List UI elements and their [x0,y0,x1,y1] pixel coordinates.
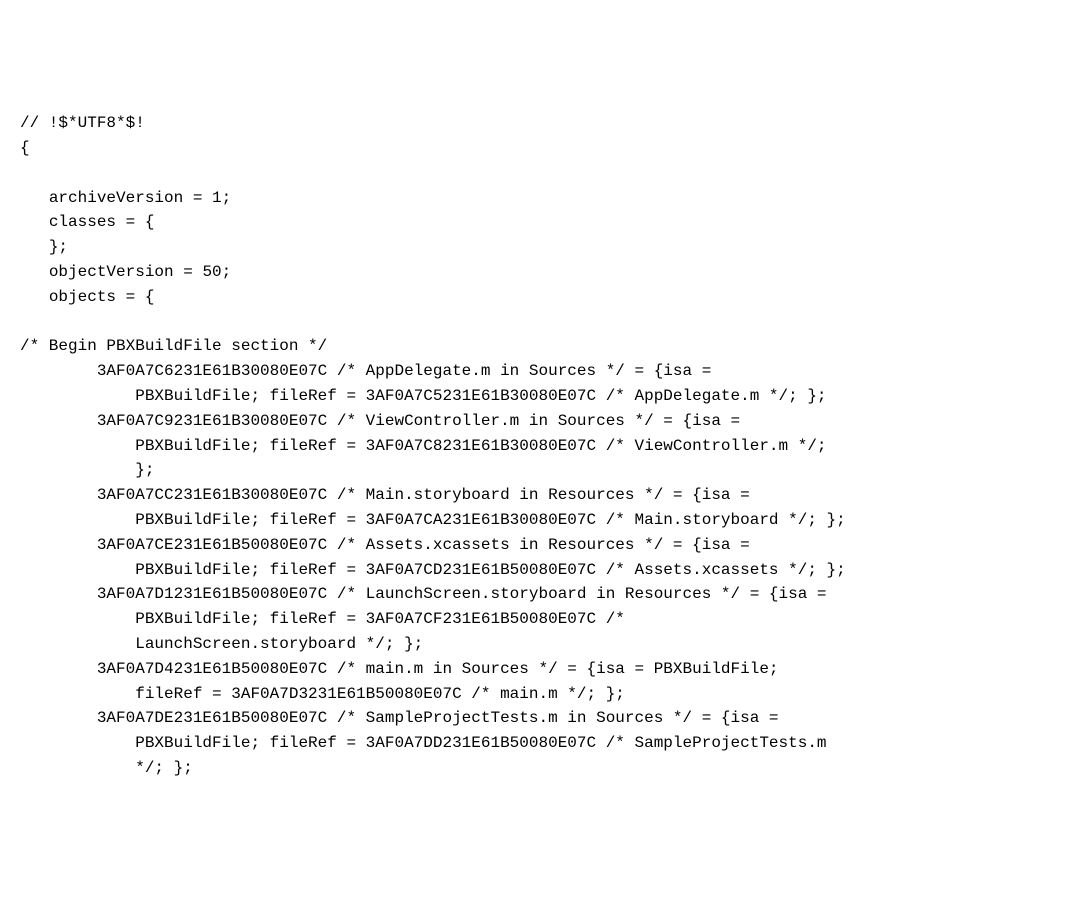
code-line: 3AF0A7CE231E61B50080E07C /* Assets.xcass… [20,536,750,554]
code-line: }; [20,461,154,479]
code-line: archiveVersion = 1; [20,189,231,207]
code-line: 3AF0A7DE231E61B50080E07C /* SampleProjec… [20,709,779,727]
code-line: objectVersion = 50; [20,263,231,281]
code-line: 3AF0A7D1231E61B50080E07C /* LaunchScreen… [20,585,827,603]
code-line: 3AF0A7C9231E61B30080E07C /* ViewControll… [20,412,740,430]
code-line: /* Begin PBXBuildFile section */ [20,337,327,355]
code-line: 3AF0A7C6231E61B30080E07C /* AppDelegate.… [20,362,711,380]
code-line: 3AF0A7D4231E61B50080E07C /* main.m in So… [20,660,779,678]
code-line: }; [20,238,68,256]
code-line: // !$*UTF8*$! [20,114,145,132]
code-line: LaunchScreen.storyboard */; }; [20,635,423,653]
code-line: PBXBuildFile; fileRef = 3AF0A7CD231E61B5… [20,561,846,579]
code-line: fileRef = 3AF0A7D3231E61B50080E07C /* ma… [20,685,625,703]
code-line: PBXBuildFile; fileRef = 3AF0A7C5231E61B3… [20,387,827,405]
code-line: objects = { [20,288,154,306]
code-line: PBXBuildFile; fileRef = 3AF0A7DD231E61B5… [20,734,827,752]
code-line: classes = { [20,213,154,231]
code-content: // !$*UTF8*$! { archiveVersion = 1; clas… [20,111,1060,781]
code-line: PBXBuildFile; fileRef = 3AF0A7C8231E61B3… [20,437,827,455]
code-line: { [20,139,30,157]
code-line: 3AF0A7CC231E61B30080E07C /* Main.storybo… [20,486,750,504]
code-line: PBXBuildFile; fileRef = 3AF0A7CA231E61B3… [20,511,846,529]
code-line: PBXBuildFile; fileRef = 3AF0A7CF231E61B5… [20,610,625,628]
code-line: */; }; [20,759,193,777]
